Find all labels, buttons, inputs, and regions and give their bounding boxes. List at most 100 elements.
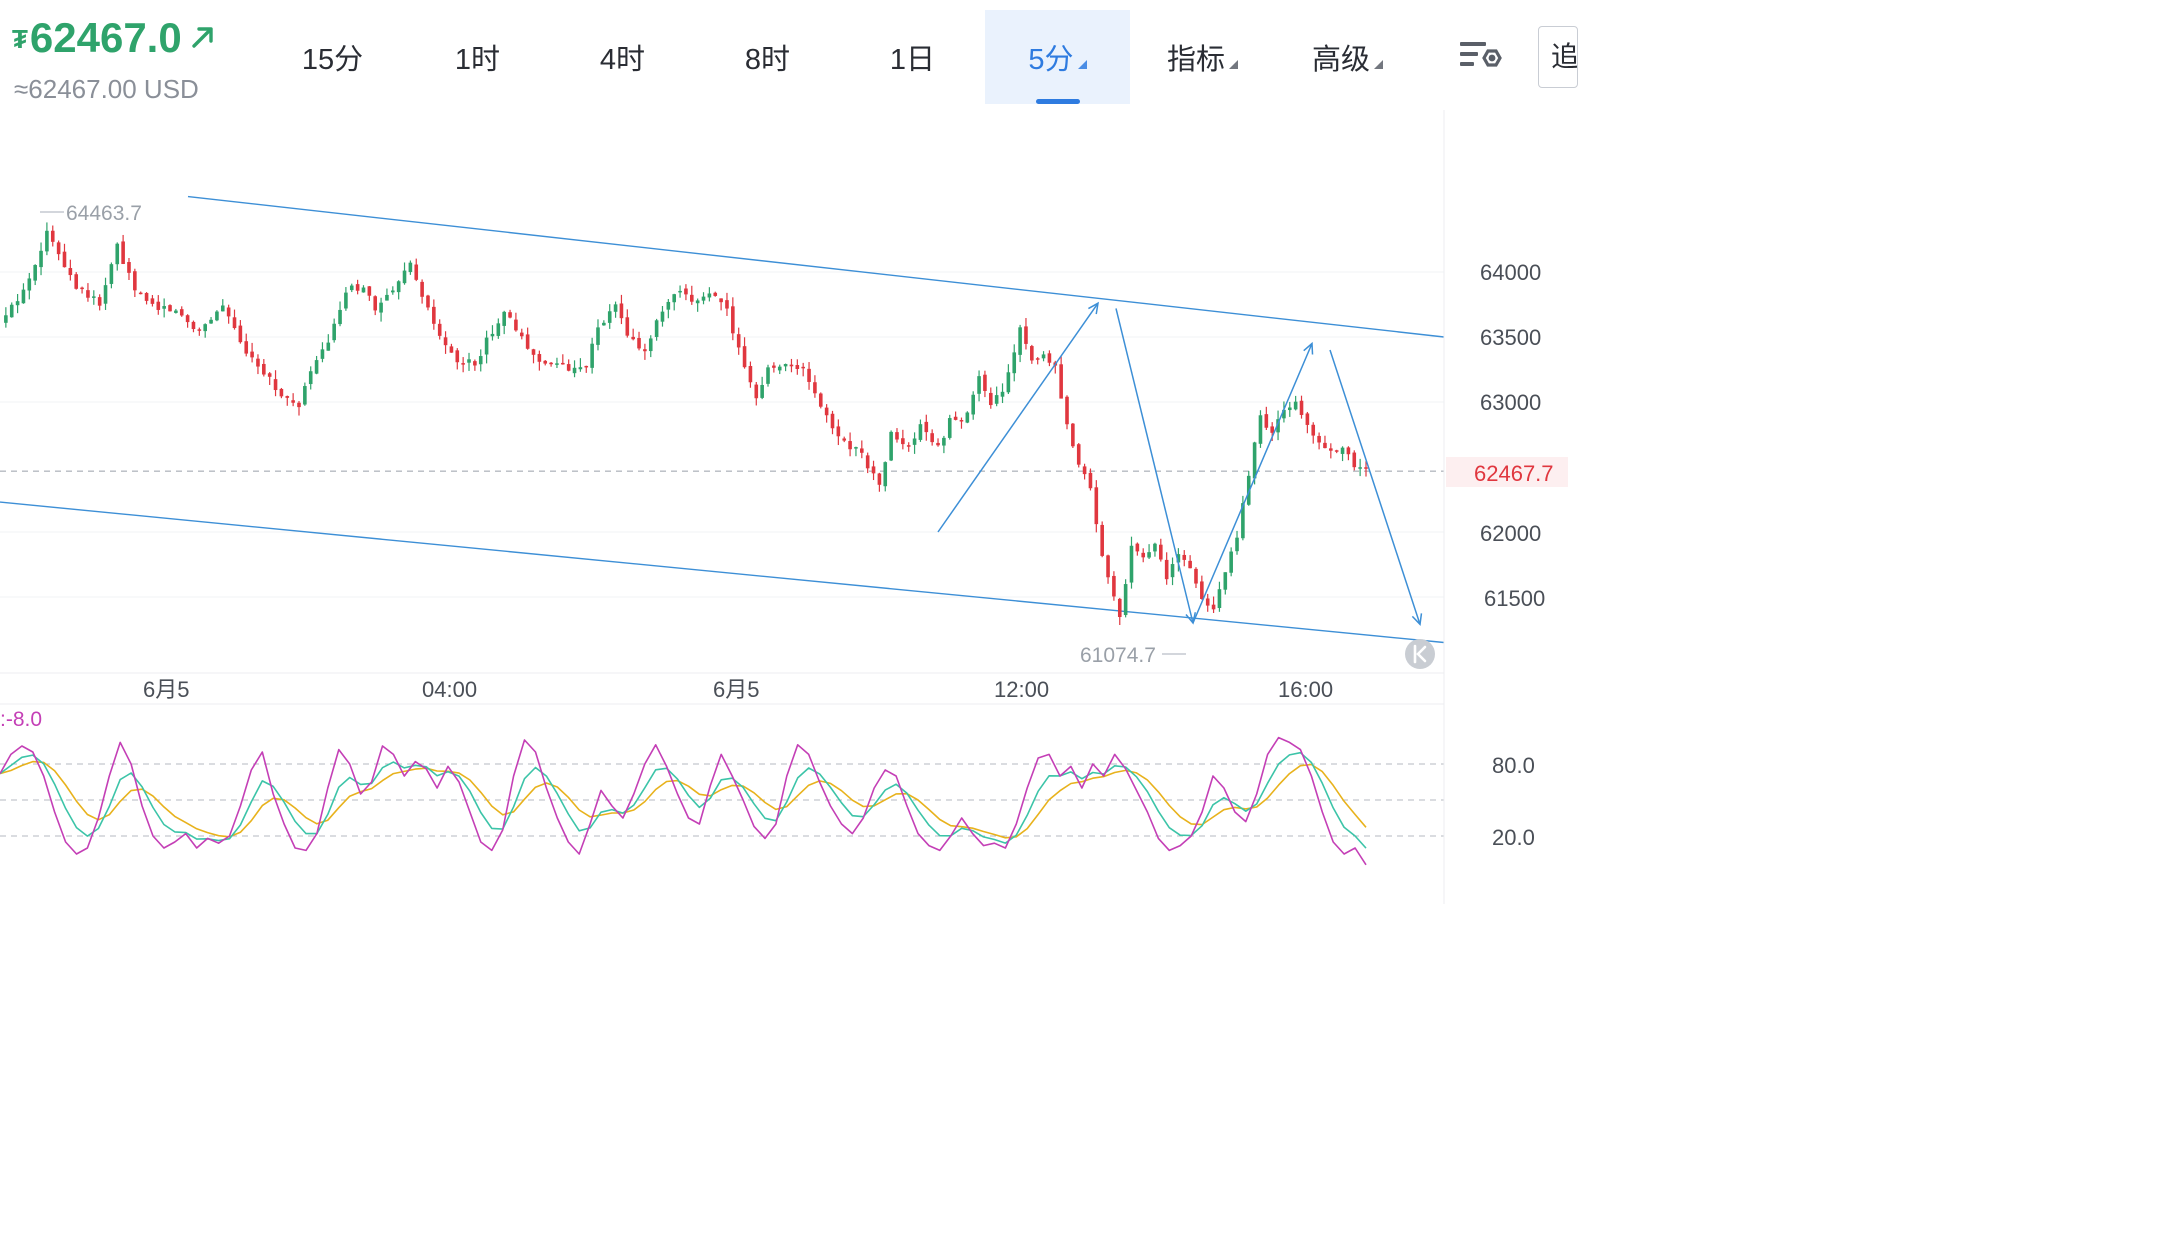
candle-down	[262, 363, 266, 375]
usd-equivalent: ≈62467.00 USD	[14, 74, 199, 104]
active-tab-indicator	[1036, 99, 1080, 104]
candle-down	[801, 366, 805, 369]
candle-up	[92, 296, 96, 298]
candle-up	[1129, 545, 1134, 583]
candle-up	[1258, 415, 1263, 444]
candle-down	[168, 305, 172, 312]
candle-down	[1024, 326, 1028, 344]
candle-down	[1364, 467, 1368, 469]
candle-down	[988, 392, 993, 406]
tab-5m-dropdown[interactable]: 5分	[985, 10, 1130, 104]
tab-1h[interactable]: 1时	[405, 10, 550, 104]
candle-up	[21, 289, 26, 304]
candle-down	[836, 426, 841, 437]
osc-k-line	[0, 736, 1367, 866]
tab-label: 指标	[1166, 44, 1225, 76]
candle-down	[795, 365, 800, 369]
candle-down	[197, 329, 202, 331]
candle-down	[519, 332, 524, 337]
candle-up	[1358, 467, 1362, 469]
candle-down	[50, 230, 55, 242]
tab-label: 4时	[599, 44, 646, 76]
candle-up	[965, 412, 970, 423]
candle-down	[584, 365, 589, 368]
candle-down	[74, 274, 79, 289]
tab-1d[interactable]: 1日	[840, 10, 985, 104]
candle-up	[332, 323, 336, 341]
edge-button-label: 追	[1551, 41, 1578, 72]
candle-down	[1035, 358, 1040, 360]
candle-up	[760, 384, 764, 398]
candle-up	[484, 337, 489, 355]
candle-up	[203, 324, 207, 332]
candle-up	[1006, 372, 1011, 393]
candle-up	[1229, 551, 1233, 573]
candle-up	[977, 376, 981, 394]
chart-area[interactable]: 64000 63500 63000 62000 61500 62467.7 64…	[0, 110, 1568, 904]
x-tick-label: 16:00	[1278, 677, 1333, 702]
candle-down	[924, 421, 929, 433]
candle-down	[473, 361, 477, 366]
candle-down	[1182, 554, 1187, 560]
candle-down	[508, 312, 512, 318]
candle-down	[561, 362, 565, 365]
candle-down	[1200, 581, 1204, 600]
candle-up	[1018, 327, 1022, 355]
candle-down	[68, 268, 73, 276]
candle-down	[953, 416, 958, 420]
candle-up	[1012, 352, 1017, 374]
candle-down	[1047, 353, 1052, 363]
tab-label: 1日	[889, 44, 936, 76]
tab-indicators-dropdown[interactable]: 指标	[1130, 10, 1275, 104]
candle-down	[1159, 544, 1163, 560]
high-price-label: 64463.7	[66, 202, 142, 225]
tab-label: 1时	[454, 44, 501, 76]
candle-down	[930, 433, 934, 443]
projection-arrowhead	[1088, 301, 1099, 315]
candle-down	[959, 420, 964, 422]
y-tick-label: 62000	[1480, 521, 1541, 546]
candle-up	[1217, 589, 1222, 609]
candle-down	[156, 301, 161, 310]
candle-down	[273, 379, 278, 391]
candle-down	[1317, 435, 1321, 443]
candle-up	[490, 333, 495, 337]
candle-up	[467, 359, 471, 363]
candle-up	[666, 301, 671, 310]
candle-up	[39, 250, 43, 268]
chart-settings-icon[interactable]	[1456, 36, 1504, 80]
edge-button[interactable]: 追	[1538, 26, 1578, 88]
candle-down	[1082, 466, 1087, 475]
candle-up	[408, 262, 413, 273]
candle-up	[9, 304, 14, 318]
candle-down	[1112, 575, 1116, 597]
candle-up	[883, 462, 888, 487]
tab-4h[interactable]: 4时	[550, 10, 695, 104]
candle-down	[789, 364, 794, 367]
candle-down	[97, 297, 102, 306]
tab-8h[interactable]: 8时	[695, 10, 840, 104]
channel-bottom-line	[0, 501, 1445, 644]
candle-up	[303, 386, 307, 405]
time-axis: 6月5 04:00 6月5 12:00 16:00	[0, 672, 1444, 702]
y-tick-label: 61500	[1484, 586, 1545, 611]
low-price-label: 61074.7	[1080, 644, 1156, 667]
candle-down	[443, 337, 448, 346]
candle-down	[684, 288, 688, 295]
candle-up	[174, 310, 178, 313]
tab-advanced-dropdown[interactable]: 高级	[1275, 10, 1420, 104]
candle-down	[250, 351, 254, 358]
candle-down	[238, 325, 243, 343]
candle-down	[531, 349, 536, 355]
candle-up	[654, 320, 659, 337]
candle-up	[220, 305, 225, 312]
candle-down	[1211, 604, 1216, 610]
candle-up	[783, 364, 788, 367]
tab-label: 5分	[1028, 44, 1074, 76]
tab-label: 15分	[301, 44, 364, 76]
tab-15m[interactable]: 15分	[260, 10, 405, 104]
back-to-latest-icon[interactable]	[1405, 639, 1435, 669]
candle-up	[1170, 564, 1175, 578]
header-bar: ₮62467.0 ≈62467.00 USD 15分 1时 4时 8时 1日 5…	[0, 0, 1578, 110]
candle-down	[877, 473, 882, 485]
